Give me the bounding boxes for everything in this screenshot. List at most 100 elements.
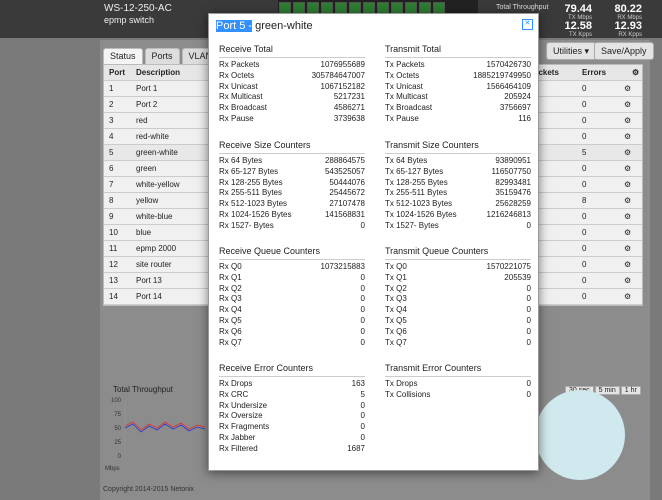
stat-value: 35159476 [495, 188, 531, 198]
stat-row: Rx Q1 0 [219, 273, 365, 284]
save-apply-button[interactable]: Save/Apply [594, 42, 654, 60]
stat-label: Rx Q7 [219, 337, 242, 347]
tab-ports[interactable]: Ports [144, 48, 180, 64]
stat-label: Tx Collisions [385, 389, 431, 399]
port-errors: 0 [582, 116, 587, 125]
gear-icon[interactable]: ⚙ [632, 68, 639, 77]
stat-label: Tx 1527- Bytes [385, 220, 439, 230]
close-icon[interactable]: ✕ [522, 19, 533, 30]
y-tick: 25 [114, 440, 121, 446]
throughput-label: Total Throughput [496, 4, 549, 11]
port-description: Port 2 [136, 100, 158, 109]
gear-icon[interactable]: ⚙ [624, 84, 631, 93]
stat-label: Rx Packets [219, 60, 260, 69]
stat-label: Rx 255-511 Bytes [219, 188, 282, 198]
stat-label: Tx 512-1023 Bytes [385, 199, 453, 209]
tab-status[interactable]: Status [103, 48, 143, 64]
gear-icon[interactable]: ⚙ [624, 180, 631, 189]
gear-icon[interactable]: ⚙ [624, 132, 631, 141]
gear-icon[interactable]: ⚙ [624, 228, 631, 237]
gear-icon[interactable]: ⚙ [624, 260, 631, 269]
stat-row: Tx 1024-1526 Bytes 1216246813 [385, 210, 531, 221]
gear-icon[interactable]: ⚙ [624, 212, 631, 221]
stat-label: Rx 65-127 Bytes [219, 166, 279, 176]
section-title: Receive Size Counters [219, 140, 365, 154]
stat-row: Tx 1527- Bytes 0 [385, 221, 531, 232]
stat-label: Rx Fragments [219, 422, 270, 432]
stat-value: 1067152182 [320, 81, 366, 91]
utilities-button[interactable]: Utilities ▾ [546, 42, 597, 60]
stat-label: Tx Q6 [385, 326, 407, 336]
stat-row: Tx 128-255 Bytes 82993481 [385, 178, 531, 189]
gear-icon[interactable]: ⚙ [624, 244, 631, 253]
stat-label: Tx Drops [385, 379, 418, 388]
port-description: Port 13 [136, 276, 162, 285]
stat-label: Tx Q0 [385, 262, 407, 271]
stat-value: 0 [526, 326, 531, 336]
port-usage-pie [535, 390, 625, 480]
stat-row: Tx Q5 0 [385, 316, 531, 327]
stat-label: Rx Drops [219, 379, 253, 388]
gear-icon[interactable]: ⚙ [624, 276, 631, 285]
stat-row: Rx Q4 0 [219, 305, 365, 316]
stat-label: Rx 128-255 Bytes [219, 177, 283, 187]
stat-row: Rx Filtered 1687 [219, 444, 365, 455]
tx-mbps-stat: 79.44 TX Mbps [564, 3, 592, 22]
stat-row: Rx Jabber 0 [219, 433, 365, 444]
stat-row: Tx Collisions 0 [385, 390, 531, 401]
port-number: 11 [109, 244, 118, 253]
port-number: 3 [109, 116, 114, 125]
gear-icon[interactable]: ⚙ [624, 292, 631, 301]
port-description: white-yellow [136, 180, 180, 189]
gear-icon[interactable]: ⚙ [624, 100, 631, 109]
receive-total-section: Receive Total Rx Packets 1076955689 Rx Octe… [219, 44, 365, 125]
stat-row: Rx 255-511 Bytes 25445672 [219, 188, 365, 199]
stat-value: 1566464109 [486, 81, 532, 91]
port-errors: 0 [582, 244, 587, 253]
port-number: 4 [109, 132, 114, 141]
stat-value: 0 [360, 305, 365, 315]
port-errors: 0 [582, 100, 587, 109]
stat-value: 93890951 [495, 156, 531, 165]
stat-value: 0 [526, 294, 531, 304]
stat-label: Rx Unicast [219, 81, 258, 91]
stat-row: Tx Q2 0 [385, 284, 531, 295]
stat-label: Tx Broadcast [385, 103, 433, 113]
port-stats-modal: Port 5 - green-white ✕ Receive Total Rx P… [208, 13, 539, 471]
stat-value: 0 [526, 315, 531, 325]
port-number: 10 [109, 228, 118, 237]
stat-value: 1216246813 [486, 209, 532, 219]
stat-value: 0 [360, 326, 365, 336]
section-title: Transmit Error Counters [385, 363, 531, 377]
stat-label: Rx 1527- Bytes [219, 220, 274, 230]
stat-row: Tx Multicast 205924 [385, 92, 531, 103]
port-description: Port 1 [136, 84, 158, 93]
stat-row: Tx Octets 1885219749950 [385, 71, 531, 82]
copyright: Copyright 2014-2015 Netonix [103, 486, 195, 493]
stat-row: Tx 512-1023 Bytes 25628259 [385, 199, 531, 210]
stat-label: Tx Q1 [385, 272, 407, 282]
port-errors: 0 [582, 292, 587, 301]
transmit-queue-section: Transmit Queue Counters Tx Q0 1570221075 Tx… [385, 246, 531, 348]
stat-value: 0 [360, 411, 365, 421]
stat-row: Tx Q7 0 [385, 338, 531, 349]
gear-icon[interactable]: ⚙ [624, 148, 631, 157]
gear-icon[interactable]: ⚙ [624, 116, 631, 125]
y-tick: 0 [118, 454, 122, 460]
stat-value: 3756697 [499, 103, 531, 113]
gear-icon[interactable]: ⚙ [624, 196, 631, 205]
stat-label: Tx Unicast [385, 81, 423, 91]
stat-value: 0 [360, 283, 365, 293]
stat-value: 543525057 [324, 166, 365, 176]
stat-row: Rx Oversize 0 [219, 411, 365, 422]
y-tick: 75 [114, 412, 121, 418]
stat-value: 0 [526, 283, 531, 293]
stat-row: Rx Octets 305784647007 [219, 71, 365, 82]
gear-icon[interactable]: ⚙ [624, 164, 631, 173]
section-title: Transmit Total [385, 44, 531, 58]
stat-label: Rx Broadcast [219, 103, 268, 113]
stat-label: Tx Q4 [385, 305, 407, 315]
port-number: 14 [109, 292, 118, 301]
range-1hr-button[interactable]: 1 hr [620, 386, 641, 395]
stat-value: 205924 [504, 92, 531, 102]
